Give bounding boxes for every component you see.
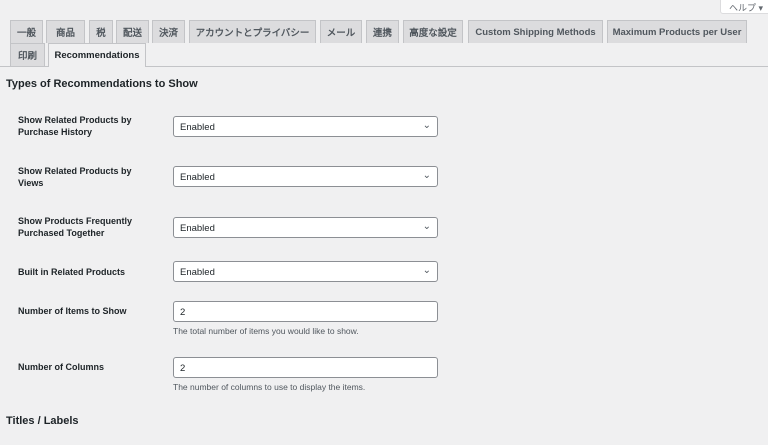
- select-frequently-purchased[interactable]: Enabled ⌄: [173, 217, 438, 238]
- tab-integration[interactable]: 連携: [366, 20, 399, 43]
- tab-tax[interactable]: 税: [89, 20, 113, 43]
- tab-print[interactable]: 印刷: [10, 43, 45, 66]
- label-views: Show Related Products by Views: [18, 166, 132, 188]
- tab-payments[interactable]: 決済: [152, 20, 185, 43]
- label-number-of-items: Number of Items to Show: [18, 306, 127, 316]
- chevron-down-icon: ⌄: [422, 221, 431, 232]
- label-number-of-columns: Number of Columns: [18, 362, 105, 372]
- tab-maximum-products-per-user[interactable]: Maximum Products per User: [607, 20, 747, 43]
- description-number-of-items: The total number of items you would like…: [173, 326, 359, 336]
- tab-advanced[interactable]: 高度な設定: [403, 20, 463, 43]
- select-value: Enabled: [180, 122, 215, 133]
- description-number-of-columns: The number of columns to use to display …: [173, 382, 366, 392]
- chevron-down-icon: ⌄: [422, 170, 431, 181]
- tab-custom-shipping-methods[interactable]: Custom Shipping Methods: [468, 20, 603, 43]
- select-value: Enabled: [180, 267, 215, 278]
- select-built-in-related[interactable]: Enabled ⌄: [173, 261, 438, 282]
- chevron-down-icon: ⌄: [422, 265, 431, 276]
- section-title-types: Types of Recommendations to Show: [6, 78, 198, 90]
- help-button[interactable]: ヘルプ ▾: [720, 0, 768, 14]
- tab-general[interactable]: 一般: [10, 20, 43, 43]
- input-number-of-items[interactable]: 2: [173, 301, 438, 322]
- chevron-down-icon: ⌄: [422, 120, 431, 131]
- tab-recommendations[interactable]: Recommendations: [48, 43, 146, 67]
- tab-products[interactable]: 商品: [46, 20, 85, 43]
- section-title-labels: Titles / Labels: [6, 415, 79, 427]
- input-number-of-columns[interactable]: 2: [173, 357, 438, 378]
- tab-email[interactable]: メール: [320, 20, 362, 43]
- select-value: Enabled: [180, 223, 215, 234]
- select-views[interactable]: Enabled ⌄: [173, 166, 438, 187]
- label-built-in-related: Built in Related Products: [18, 267, 126, 277]
- tab-accounts-privacy[interactable]: アカウントとプライバシー: [189, 20, 316, 43]
- select-value: Enabled: [180, 172, 215, 183]
- label-frequently-purchased: Show Products Frequently Purchased Toget…: [18, 216, 133, 238]
- tab-shipping[interactable]: 配送: [116, 20, 149, 43]
- select-purchase-history[interactable]: Enabled ⌄: [173, 116, 438, 137]
- label-purchase-history: Show Related Products by Purchase Histor…: [18, 115, 132, 137]
